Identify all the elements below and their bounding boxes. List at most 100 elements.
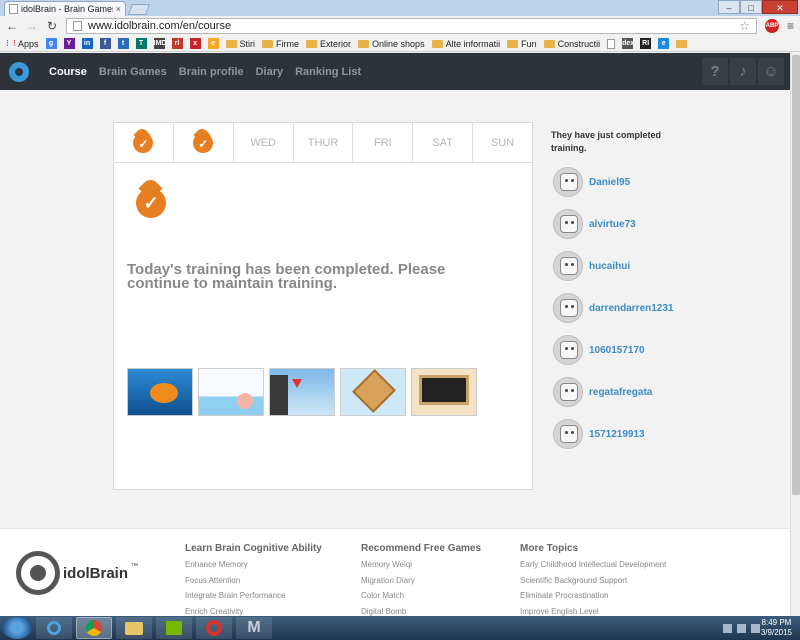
footer-link[interactable]: Integrate Brain Performance xyxy=(185,591,322,607)
footer-link[interactable]: Eliminate Procrastination xyxy=(520,591,666,607)
taskbar-ie[interactable] xyxy=(36,617,72,639)
bookmark-item[interactable]: RI xyxy=(640,38,652,49)
list-item[interactable]: Daniel95 xyxy=(553,161,674,203)
minimize-button[interactable]: – xyxy=(718,0,740,14)
nav-course[interactable]: Course xyxy=(49,66,87,78)
bookmark-item[interactable]: g xyxy=(45,38,57,49)
notification-bell-icon[interactable]: ♪ xyxy=(730,58,756,85)
nav-diary[interactable]: Diary xyxy=(256,66,284,78)
avatar[interactable] xyxy=(553,377,583,407)
taskbar-opera[interactable] xyxy=(196,617,232,639)
bookmark-item[interactable]: T xyxy=(135,38,147,49)
bookmark-item[interactable]: ⋮⋮ Apps xyxy=(4,38,39,49)
list-item[interactable]: hucaihui xyxy=(553,245,674,287)
scroll-thumb[interactable] xyxy=(792,55,800,495)
username-link[interactable]: darrendarren1231 xyxy=(589,303,674,314)
avatar[interactable] xyxy=(553,209,583,239)
adblock-icon[interactable]: ABP xyxy=(764,19,779,33)
address-bar[interactable]: www.idolbrain.com/en/course ☆ xyxy=(66,18,757,34)
bookmark-item[interactable]: Constructii xyxy=(543,39,600,49)
username-link[interactable]: regatafregata xyxy=(589,387,652,398)
bookmark-star-icon[interactable]: ☆ xyxy=(739,19,750,33)
bookmark-item[interactable]: IMDb xyxy=(153,38,171,49)
username-link[interactable]: 1571219913 xyxy=(589,429,645,440)
profile-avatar-icon[interactable]: ☺ xyxy=(758,58,784,85)
bookmark-item[interactable]: Alte informatii xyxy=(431,39,500,49)
bookmark-item[interactable]: Fun xyxy=(507,39,537,49)
nav-ranking-list[interactable]: Ranking List xyxy=(295,66,361,78)
avatar[interactable] xyxy=(553,293,583,323)
bookmark-item[interactable]: e xyxy=(658,38,670,49)
footer-link[interactable]: Scientific Background Support xyxy=(520,576,666,592)
bookmark-item[interactable]: t xyxy=(117,38,129,49)
bookmark-label: Apps xyxy=(18,38,39,49)
day-label: WED xyxy=(250,136,276,149)
m-app-icon: M xyxy=(247,619,261,636)
new-tab-button[interactable] xyxy=(127,4,151,15)
page-scrollbar[interactable] xyxy=(790,53,800,616)
forward-arrow-icon[interactable]: → xyxy=(26,19,38,33)
list-item[interactable]: 1060157170 xyxy=(553,329,674,371)
footer-link[interactable]: Focus Attention xyxy=(185,576,322,592)
list-item[interactable]: 1571219913 xyxy=(553,413,674,455)
footer-link[interactable]: Migration Diary xyxy=(361,576,481,592)
avatar[interactable] xyxy=(553,335,583,365)
list-item[interactable]: alvirtue73 xyxy=(553,203,674,245)
footer-link[interactable]: Memory Weiqi xyxy=(361,560,481,576)
avatar[interactable] xyxy=(553,419,583,449)
avatar[interactable] xyxy=(553,167,583,197)
bookmark-item[interactable] xyxy=(676,39,688,48)
help-icon[interactable]: ? xyxy=(702,58,728,85)
taskbar-chrome[interactable] xyxy=(76,617,112,639)
footer-link[interactable]: Early Childhood Intellectual Development xyxy=(520,560,666,576)
footer-heading: More Topics xyxy=(520,543,579,554)
avatar[interactable] xyxy=(553,251,583,281)
start-button[interactable] xyxy=(2,617,32,639)
tray-flag-icon[interactable] xyxy=(723,623,732,633)
game-thumbnail-board[interactable] xyxy=(340,368,406,416)
username-link[interactable]: alvirtue73 xyxy=(589,219,636,230)
game-thumbnail-screen[interactable] xyxy=(411,368,477,416)
tray-volume-icon[interactable] xyxy=(751,623,760,633)
bookmark-item[interactable]: in xyxy=(81,38,93,49)
username-link[interactable]: Daniel95 xyxy=(589,177,630,188)
list-item[interactable]: regatafregata xyxy=(553,371,674,413)
footer-link[interactable]: Color Match xyxy=(361,591,481,607)
reload-icon[interactable]: ↻ xyxy=(46,19,58,33)
back-arrow-icon[interactable]: ← xyxy=(6,19,18,33)
footer-link[interactable]: Enhance Memory xyxy=(185,560,322,576)
bookmark-item[interactable]: e xyxy=(207,38,219,49)
bookmark-item[interactable]: Online shops xyxy=(358,39,425,49)
idolbrain-logo-icon[interactable] xyxy=(9,61,29,82)
game-thumbnail-fish[interactable] xyxy=(127,368,193,416)
bookmark-item[interactable] xyxy=(607,38,616,49)
system-clock[interactable]: 8:49 PM 3/9/2015 xyxy=(761,618,792,638)
bookmark-item[interactable]: rl xyxy=(171,38,183,49)
browser-menu-icon[interactable]: ≡ xyxy=(787,19,794,33)
tab-close-icon[interactable]: × xyxy=(116,4,121,14)
close-window-button[interactable]: ✕ xyxy=(762,0,798,14)
bookmark-item[interactable]: Firme xyxy=(262,39,299,49)
bookmark-item[interactable]: f xyxy=(99,38,111,49)
folder-icon xyxy=(262,39,274,48)
list-item[interactable]: darrendarren1231 xyxy=(553,287,674,329)
footer-logo[interactable]: idolBrain ™ xyxy=(16,551,138,595)
bookmark-item[interactable]: dex xyxy=(622,38,634,49)
game-thumbnail-sea[interactable] xyxy=(198,368,264,416)
bookmark-item[interactable]: Y xyxy=(63,38,75,49)
url-text[interactable]: www.idolbrain.com/en/course xyxy=(88,20,733,32)
username-link[interactable]: hucaihui xyxy=(589,261,630,272)
taskbar-m-app[interactable]: M xyxy=(236,617,272,639)
bookmark-item[interactable]: x xyxy=(189,38,201,49)
taskbar-explorer[interactable] xyxy=(116,617,152,639)
taskbar-nvidia[interactable] xyxy=(156,617,192,639)
tray-network-icon[interactable] xyxy=(737,623,746,633)
browser-tab[interactable]: idolBrain - Brain Games & × xyxy=(4,1,126,16)
bookmark-item[interactable]: Stiri xyxy=(225,39,255,49)
game-thumbnail-cliff[interactable] xyxy=(269,368,335,416)
bookmark-item[interactable]: Exterior xyxy=(306,39,351,49)
nav-brain-profile[interactable]: Brain profile xyxy=(179,66,244,78)
nav-brain-games[interactable]: Brain Games xyxy=(99,66,167,78)
maximize-button[interactable]: □ xyxy=(740,0,762,14)
username-link[interactable]: 1060157170 xyxy=(589,345,645,356)
